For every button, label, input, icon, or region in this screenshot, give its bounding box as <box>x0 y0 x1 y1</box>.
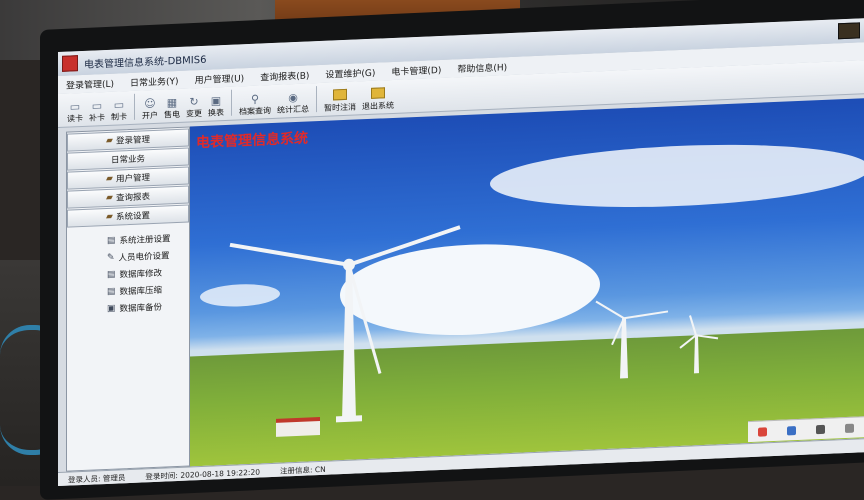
tool-reissue-card[interactable]: ▭ 补卡 <box>89 99 105 124</box>
app-logo-icon <box>62 55 78 72</box>
tool-statistics[interactable]: ◉ 统计汇总 <box>277 90 309 115</box>
clock-icon[interactable] <box>845 423 854 433</box>
sidebar-label: 用户管理 <box>115 173 150 185</box>
change-icon: ↻ <box>189 95 199 109</box>
tool-label: 暂时注消 <box>324 102 356 113</box>
sidebar-settings[interactable]: ▰ 系统设置 <box>67 204 189 228</box>
temp-logout-icon <box>333 88 347 101</box>
volume-icon[interactable] <box>816 424 825 434</box>
sub-item-label: 系统注册设置 <box>119 233 171 246</box>
sidebar: ▰ 登录管理 日常业务 ▰ 用户管理 ▰ 查询报表 ▰ 系统设置 ▤ 系统注册设… <box>66 126 190 472</box>
tool-label: 制卡 <box>111 112 127 122</box>
menu-report[interactable]: 查询报表(B) <box>252 68 317 84</box>
sub-item-label: 数据库备份 <box>119 302 163 314</box>
sub-item-label: 人员电价设置 <box>118 250 170 263</box>
tool-replace-meter[interactable]: ▣ 换表 <box>208 94 224 119</box>
statistics-icon: ◉ <box>288 90 298 105</box>
tool-label: 售电 <box>164 109 180 120</box>
register-settings-icon: ▤ <box>107 235 116 246</box>
card-reissue-icon: ▭ <box>91 99 103 113</box>
exit-icon <box>371 87 385 99</box>
menu-settings[interactable]: 设置维护(G) <box>317 65 383 81</box>
status-registration: 注册信息: CN <box>280 464 326 476</box>
sidebar-label: 系统设置 <box>115 211 150 223</box>
archive-query-icon: ⚲ <box>250 92 260 106</box>
card-read-icon: ▭ <box>69 100 81 114</box>
db-compress-icon: ▤ <box>107 286 116 297</box>
tool-label: 变更 <box>186 108 202 119</box>
tool-label: 读卡 <box>67 113 83 124</box>
sidebar-label: 查询报表 <box>115 192 150 204</box>
sub-item-label: 数据库修改 <box>119 268 163 280</box>
tool-label: 换表 <box>208 108 224 118</box>
tool-label: 退出系统 <box>362 100 394 112</box>
tool-label: 统计汇总 <box>277 104 309 115</box>
tool-label: 档案查询 <box>239 106 271 117</box>
input-method-icon[interactable] <box>758 426 767 437</box>
sidebar-label: 日常业务 <box>110 154 145 166</box>
menu-login[interactable]: 登录管理(L) <box>58 76 122 92</box>
wind-turbines-illustration <box>229 225 719 437</box>
open-account-icon: ☺ <box>144 96 156 111</box>
tool-archive-query[interactable]: ⚲ 档案查询 <box>239 92 271 117</box>
settings-submenu: ▤ 系统注册设置 ✎ 人员电价设置 ▤ 数据库修改 ▤ 数据库压缩 ▣ 数据库备… <box>67 229 189 319</box>
sell-power-icon: ▦ <box>166 96 178 110</box>
menu-help[interactable]: 帮助信息(H) <box>449 59 515 75</box>
folder-icon: ▰ <box>106 211 113 222</box>
tool-sell-power[interactable]: ▦ 售电 <box>164 96 180 121</box>
tool-read-card[interactable]: ▭ 读卡 <box>67 100 83 125</box>
folder-icon: ▰ <box>106 192 113 203</box>
network-icon[interactable] <box>787 425 796 435</box>
menu-daily[interactable]: 日常业务(Y) <box>122 73 187 89</box>
sub-item-label: 数据库压缩 <box>119 285 163 297</box>
menu-user[interactable]: 用户管理(U) <box>187 70 253 86</box>
menu-card[interactable]: 电卡管理(D) <box>383 62 449 78</box>
db-backup-icon: ▣ <box>107 303 116 314</box>
app-window: 电表管理信息系统-DBMIS6 登录管理(L) 日常业务(Y) 用户管理(U) … <box>58 18 864 486</box>
card-make-icon: ▭ <box>113 98 125 112</box>
tool-make-card[interactable]: ▭ 制卡 <box>111 98 127 123</box>
tool-exit[interactable]: 退出系统 <box>362 87 394 112</box>
replace-meter-icon: ▣ <box>210 94 222 108</box>
price-settings-icon: ✎ <box>107 252 115 263</box>
window-controls-icon[interactable] <box>838 22 860 40</box>
sidebar-label: 登录管理 <box>115 135 150 147</box>
tool-temp-logout[interactable]: 暂时注消 <box>324 88 356 114</box>
toolbar-separator <box>316 86 317 113</box>
db-edit-icon: ▤ <box>107 269 116 280</box>
tool-change[interactable]: ↻ 变更 <box>186 95 202 120</box>
toolbar-separator <box>134 93 135 120</box>
tool-label: 开户 <box>142 110 158 121</box>
folder-icon: ▰ <box>106 173 113 184</box>
tool-open-account[interactable]: ☺ 开户 <box>142 97 158 122</box>
folder-icon: ▰ <box>106 135 113 146</box>
window-title: 电表管理信息系统-DBMIS6 <box>84 54 207 71</box>
tool-label: 补卡 <box>89 113 105 123</box>
toolbar-separator <box>231 89 232 116</box>
main-panel: 电表管理信息系统 <box>190 98 864 467</box>
